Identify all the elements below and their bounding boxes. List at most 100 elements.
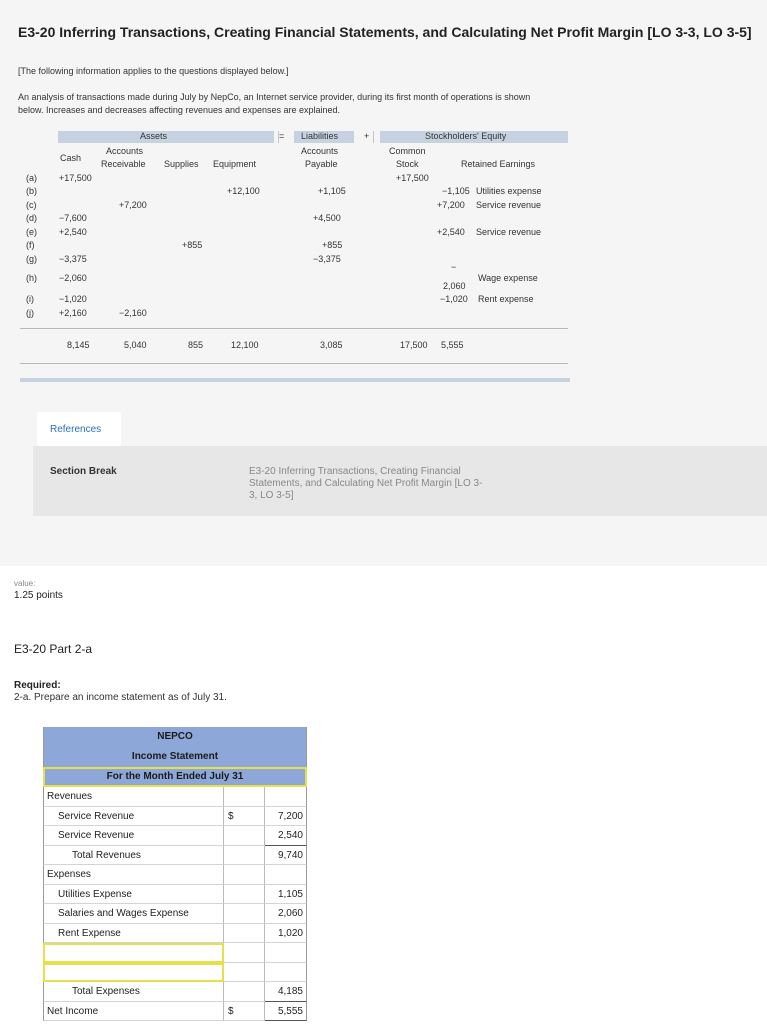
totals-bottom-rule <box>20 363 568 364</box>
table-row <box>43 943 307 963</box>
expense-amount[interactable]: 1,020 <box>265 923 307 943</box>
table-footer-bar <box>20 378 570 382</box>
row-label: (c) <box>26 200 37 210</box>
revenues-label[interactable]: Revenues <box>43 787 224 807</box>
symbol-cell[interactable] <box>224 923 265 943</box>
liabilities-header: Liabilities <box>301 131 339 141</box>
re-header: Retained Earnings <box>461 159 536 169</box>
ap-header-2: Payable <box>305 159 338 169</box>
equity-header: Stockholders' Equity <box>425 131 507 141</box>
amount-cell[interactable] <box>265 865 307 885</box>
dollar-sign[interactable]: $ <box>224 1001 265 1021</box>
empty-account-input[interactable] <box>43 962 224 982</box>
revenue-amount[interactable]: 7,200 <box>265 806 307 826</box>
amount-cell[interactable] <box>265 962 307 982</box>
ap-cell: +4,500 <box>313 213 341 223</box>
total-revenues-label[interactable]: Total Revenues <box>43 845 224 865</box>
total-cell: 3,085 <box>320 340 343 350</box>
symbol-cell[interactable] <box>224 787 265 807</box>
ar-header-2: Receivable <box>101 159 146 169</box>
symbol-cell[interactable] <box>224 982 265 1002</box>
cash-cell: −1,020 <box>59 294 87 304</box>
table-row: Revenues <box>43 787 307 807</box>
cash-header: Cash <box>60 153 82 163</box>
statement-name: Income Statement <box>43 747 307 767</box>
amount-cell[interactable] <box>265 943 307 963</box>
cs-cell: +17,500 <box>396 173 429 183</box>
net-income-amount[interactable]: 5,555 <box>265 1001 307 1021</box>
table-row: Expenses <box>43 865 307 885</box>
revenue-account-name[interactable]: Service Revenue <box>43 826 224 846</box>
info-note: [The following information applies to th… <box>18 66 289 76</box>
row-label: (d) <box>26 213 37 223</box>
re-amount: +2,540 <box>437 227 465 237</box>
total-cell: 8,145 <box>67 340 90 350</box>
column-separator <box>373 131 374 143</box>
section-break-text: E3-20 Inferring Transactions, Creating F… <box>249 466 483 501</box>
expenses-label[interactable]: Expenses <box>43 865 224 885</box>
table-row <box>43 962 307 982</box>
total-cell: 5,555 <box>441 340 464 350</box>
table-row: Rent Expense 1,020 <box>43 923 307 943</box>
symbol-cell[interactable] <box>224 884 265 904</box>
equipment-header: Equipment <box>213 159 257 169</box>
table-row: Total Revenues 9,740 <box>43 845 307 865</box>
ap-cell: +1,105 <box>318 186 346 196</box>
symbol-cell[interactable] <box>224 943 265 963</box>
cs-header-1: Common <box>389 146 426 156</box>
row-label: (h) <box>26 273 37 283</box>
symbol-cell[interactable] <box>224 865 265 885</box>
table-row: Net Income $ 5,555 <box>43 1001 307 1021</box>
total-expenses-label[interactable]: Total Expenses <box>43 982 224 1002</box>
re-description: Service revenue <box>476 200 542 210</box>
expense-account-name[interactable]: Rent Expense <box>43 923 224 943</box>
symbol-cell[interactable] <box>224 845 265 865</box>
part-title: E3-20 Part 2-a <box>14 642 93 656</box>
ap-cell: +855 <box>322 240 343 250</box>
row-label: (j) <box>26 308 34 318</box>
total-revenues-amount[interactable]: 9,740 <box>265 845 307 865</box>
amount-cell[interactable] <box>265 787 307 807</box>
total-cell: 12,100 <box>231 340 259 350</box>
empty-account-input[interactable] <box>43 943 224 963</box>
total-cell: 855 <box>188 340 204 350</box>
cs-header-2: Stock <box>396 159 419 169</box>
required-text: 2-a. Prepare an income statement as of J… <box>14 692 227 703</box>
expense-account-name[interactable]: Salaries and Wages Expense <box>43 904 224 924</box>
revenue-amount[interactable]: 2,540 <box>265 826 307 846</box>
company-name: NEPCO <box>43 727 307 747</box>
ap-cell: −3,375 <box>313 254 341 264</box>
net-income-label[interactable]: Net Income <box>43 1001 224 1021</box>
total-cell: 17,500 <box>400 340 428 350</box>
value-label: value: <box>14 579 36 588</box>
revenue-account-name[interactable]: Service Revenue <box>43 806 224 826</box>
cash-cell: −7,600 <box>59 213 87 223</box>
expense-amount[interactable]: 1,105 <box>265 884 307 904</box>
table-row: Service Revenue 2,540 <box>43 826 307 846</box>
statement-period[interactable]: For the Month Ended July 31 <box>43 767 307 787</box>
references-button[interactable]: References <box>37 412 121 446</box>
re-description: Rent expense <box>478 294 534 304</box>
symbol-cell[interactable] <box>224 962 265 982</box>
re-amount: −1,105 <box>442 186 470 196</box>
income-statement-table: NEPCO Income Statement For the Month End… <box>43 727 307 1021</box>
ap-header-1: Accounts <box>301 146 339 156</box>
equals-sign: = <box>279 131 285 141</box>
plus-sign: + <box>364 131 370 141</box>
expense-account-name[interactable]: Utilities Expense <box>43 884 224 904</box>
intro-text: An analysis of transactions made during … <box>18 92 531 115</box>
re-amount: −1,020 <box>440 294 468 304</box>
dollar-sign[interactable]: $ <box>224 806 265 826</box>
re-amount: 2,060 <box>443 281 466 291</box>
total-expenses-amount[interactable]: 4,185 <box>265 982 307 1002</box>
cash-cell: +2,160 <box>59 308 87 318</box>
table-row: Utilities Expense 1,105 <box>43 884 307 904</box>
expense-amount[interactable]: 2,060 <box>265 904 307 924</box>
symbol-cell[interactable] <box>224 826 265 846</box>
symbol-cell[interactable] <box>224 904 265 924</box>
cash-cell: +2,540 <box>59 227 87 237</box>
ar-header-1: Accounts <box>106 146 144 156</box>
re-description: Service revenue <box>476 227 542 237</box>
equipment-cell: +12,100 <box>227 186 260 196</box>
totals-top-rule <box>20 328 568 329</box>
